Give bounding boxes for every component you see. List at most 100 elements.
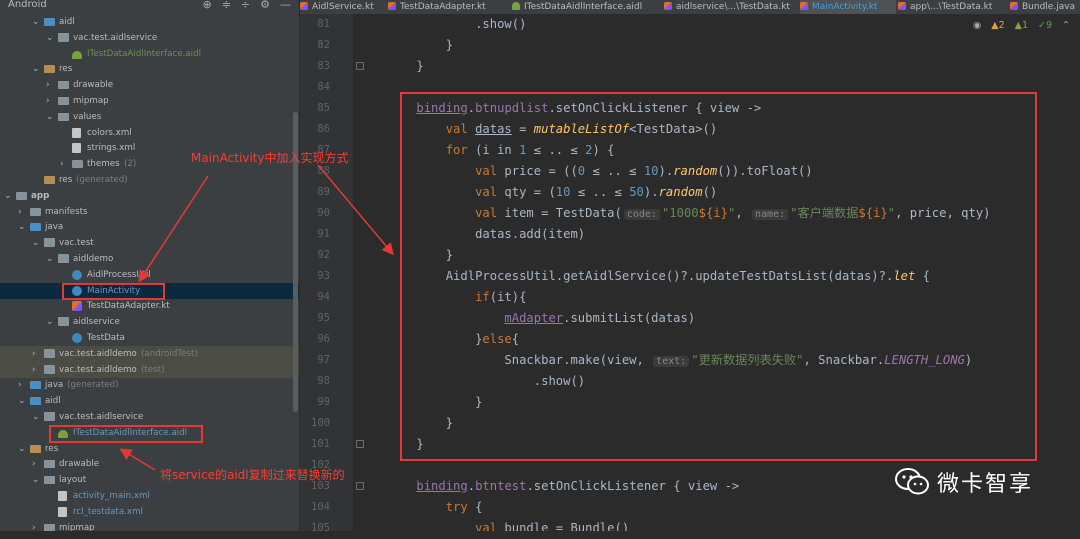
collapse-icon[interactable]: ≑	[222, 0, 231, 12]
chevron-down-icon[interactable]: ⌄	[46, 251, 56, 267]
chevron-right-icon[interactable]: ›	[32, 346, 42, 362]
folder-icon	[30, 381, 41, 390]
folder-icon	[58, 317, 69, 327]
tree-item[interactable]: ⌄ vac.test.aidlservice	[0, 30, 299, 46]
tree-item[interactable]: › manifests	[0, 204, 299, 220]
tree-item[interactable]: ⌄ aidldemo	[0, 251, 299, 267]
folder-icon	[44, 412, 55, 421]
tree-item-label: vac.test.aidlservice	[59, 412, 144, 422]
line-number: 83	[317, 60, 330, 72]
line-number: 92	[317, 249, 330, 261]
minimize-icon[interactable]: —	[280, 0, 291, 12]
kotlin-class-icon	[72, 333, 82, 343]
editor-tab[interactable]: Bundle.java	[1010, 0, 1080, 14]
tree-item[interactable]: › vac.test.aidldemo (androidTest)	[0, 345, 299, 362]
line-number: 93	[317, 270, 330, 282]
chevron-down-icon[interactable]: ⌄	[18, 393, 28, 409]
chevron-right-icon[interactable]: ›	[18, 377, 28, 393]
tree-item[interactable]: ⌄ values	[0, 109, 299, 125]
folder-icon	[44, 523, 55, 531]
tree-item[interactable]: › java (generated)	[0, 377, 299, 393]
tree-item-label: values	[73, 111, 102, 122]
tree-item[interactable]: ⌄ res	[0, 61, 299, 77]
chevron-down-icon[interactable]: ⌄	[4, 188, 14, 204]
tree-item[interactable]: AidlProcessUtil	[0, 267, 299, 283]
kotlin-file-icon	[300, 2, 308, 10]
xml-file-icon	[72, 143, 81, 154]
tree-item[interactable]: ⌄ app	[0, 188, 299, 204]
fold-icon[interactable]	[356, 440, 364, 448]
chevron-right-icon[interactable]: ›	[32, 456, 42, 472]
kotlin-file-icon	[72, 301, 82, 312]
android-icon	[72, 50, 82, 59]
tree-item-sublabel: (androidTest)	[141, 348, 198, 359]
locate-icon[interactable]: ⊕	[202, 0, 211, 12]
line-number: 91	[317, 228, 330, 240]
line-number: 99	[317, 396, 330, 408]
editor-tab[interactable]: MainActivity.kt	[800, 0, 896, 14]
editor-tab[interactable]: AidlService.kt	[300, 0, 386, 14]
chevron-right-icon[interactable]: ›	[18, 204, 28, 220]
tree-item[interactable]: › mipmap	[0, 93, 299, 109]
tree-item[interactable]: TestData	[0, 330, 299, 346]
tree-item[interactable]: activity_main.xml	[0, 488, 299, 504]
chevron-down-icon[interactable]: ⌄	[46, 109, 56, 125]
line-number: 100	[311, 417, 330, 429]
fold-icon[interactable]	[356, 482, 364, 490]
editor-tab[interactable]: app\...\TestData.kt	[898, 0, 1008, 14]
tree-item[interactable]: colors.xml	[0, 125, 299, 141]
tree-item[interactable]: ⌄ aidl	[0, 393, 299, 409]
editor-tab[interactable]: ITestDataAidlInterface.aidl	[512, 0, 662, 14]
tree-item[interactable]: ⌄ vac.test.aidlservice	[0, 409, 299, 425]
folder-icon	[58, 32, 69, 42]
chevron-down-icon[interactable]: ⌄	[46, 314, 56, 330]
tree-item[interactable]: ⌄ vac.test	[0, 235, 299, 251]
chevron-right-icon[interactable]: ›	[60, 156, 70, 172]
chevron-down-icon[interactable]: ⌄	[32, 61, 42, 77]
folder-icon	[58, 81, 69, 90]
folder-icon	[44, 18, 55, 26]
chevron-down-icon[interactable]: ⌄	[32, 235, 42, 251]
line-number: 97	[317, 354, 330, 366]
tree-item-label: mipmap	[59, 522, 95, 531]
chevron-down-icon[interactable]: ⌄	[32, 409, 42, 425]
editor-tab[interactable]: aidlservice\...\TestData.kt	[664, 0, 798, 14]
tree-item[interactable]: ⌄ aidl	[0, 14, 299, 30]
editor-tab[interactable]: TestDataAdapter.kt	[388, 0, 498, 14]
main-activity-annotation: MainActivity中加入实现方式	[191, 151, 349, 165]
tree-item[interactable]: rcl_testdata.xml	[0, 504, 299, 520]
project-view-selector[interactable]: Android	[8, 0, 47, 12]
tree-item[interactable]: ⌄ java	[0, 219, 299, 235]
editor-tabs: AidlService.kt TestDataAdapter.kt ITestDat…	[300, 0, 1080, 14]
chevron-right-icon[interactable]: ›	[32, 520, 42, 531]
kotlin-file-icon	[388, 2, 396, 10]
tree-item-label: vac.test.aidldemo	[59, 364, 137, 375]
tree-item[interactable]: TestDataAdapter.kt	[0, 298, 299, 314]
chevron-down-icon[interactable]: ⌄	[46, 30, 56, 46]
gear-icon[interactable]: ⚙	[260, 0, 270, 12]
folder-icon	[44, 348, 55, 358]
chevron-right-icon[interactable]: ›	[46, 93, 56, 109]
fold-icon[interactable]	[356, 62, 364, 70]
folder-icon	[44, 176, 55, 184]
chevron-down-icon[interactable]: ⌄	[32, 14, 42, 30]
tree-item[interactable]: › vac.test.aidldemo (test)	[0, 361, 299, 378]
xml-file-icon	[58, 491, 67, 501]
chevron-down-icon[interactable]: ⌄	[18, 441, 28, 457]
tab-label: TestDataAdapter.kt	[400, 2, 486, 12]
tree-item[interactable]: ITestDataAidlInterface.aidl	[0, 46, 299, 62]
aidl-annotation: 将service的aidl复制过来替换新的	[160, 468, 345, 482]
tree-item[interactable]: ⌄ aidlservice	[0, 314, 299, 330]
chevron-right-icon[interactable]: ›	[32, 362, 42, 378]
tree-item[interactable]: › drawable	[0, 77, 299, 93]
chevron-down-icon[interactable]: ⌄	[18, 219, 28, 235]
aidl-highlight-box	[49, 425, 203, 443]
tree-item[interactable]: res (generated)	[0, 172, 299, 188]
expand-icon[interactable]: ÷	[241, 0, 250, 12]
tree-item-sublabel: (test)	[141, 364, 165, 375]
code-line-104: try {	[445, 500, 483, 514]
chevron-down-icon[interactable]: ⌄	[32, 472, 42, 488]
chevron-right-icon[interactable]: ›	[46, 77, 56, 93]
tree-item-sublabel: (generated)	[76, 175, 128, 185]
tree-item[interactable]: › mipmap	[0, 520, 299, 531]
